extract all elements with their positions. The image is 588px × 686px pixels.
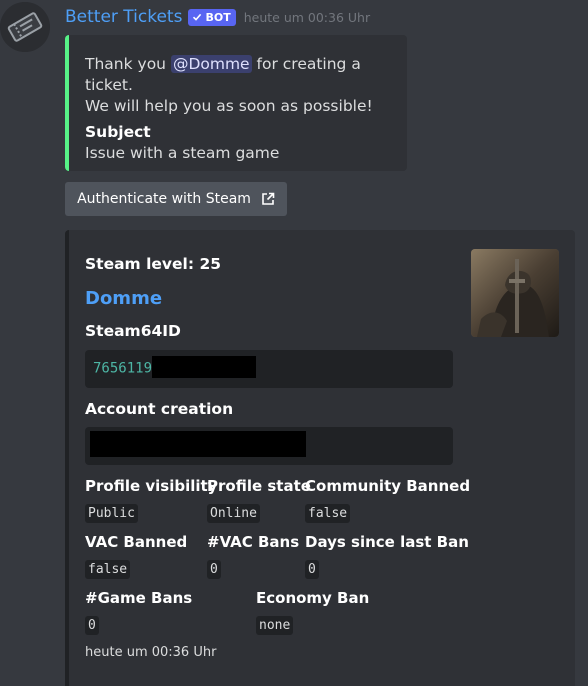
ticket-embed: Thank you @Domme for creating a ticket. …: [65, 35, 407, 171]
profile-visibility-value: Public: [85, 504, 138, 523]
profile-visibility-label: Profile visibility: [85, 477, 218, 495]
steam-level: Steam level: 25: [85, 255, 222, 273]
embed-description: Thank you @Domme for creating a ticket. …: [85, 54, 393, 117]
message-header: Better Tickets BOT heute um 00:36 Uhr: [65, 7, 370, 27]
community-banned-label: Community Banned: [305, 477, 471, 495]
button-label: Authenticate with Steam: [77, 191, 251, 207]
economy-ban-label: Economy Ban: [256, 589, 370, 607]
message-timestamp: heute um 00:36 Uhr: [243, 9, 371, 25]
steam64-value: 7656119: [93, 360, 153, 377]
checkmark-icon: [193, 13, 202, 21]
account-creation-codeblock: [85, 427, 453, 465]
steam64-codeblock: 7656119: [85, 350, 453, 388]
bot-tag-label: BOT: [205, 10, 231, 24]
profile-state-label: Profile state: [207, 477, 311, 495]
subject-label: Subject: [85, 123, 151, 141]
vac-bans-value: 0: [207, 560, 221, 579]
vac-bans-label: #VAC Bans: [207, 533, 300, 551]
days-since-ban-value: 0: [305, 560, 319, 579]
bot-tag: BOT: [188, 8, 236, 26]
external-link-icon: [262, 192, 275, 205]
profile-state-value: Online: [207, 504, 260, 523]
vac-banned-label: VAC Banned: [85, 533, 188, 551]
desc-text-line2: We will help you as soon as possible!: [85, 97, 373, 115]
game-bans-value: 0: [85, 616, 99, 635]
vac-banned-value: false: [85, 560, 131, 579]
redaction-bar: [152, 356, 257, 378]
steam-profile-embed: Steam level: 25 Domme Steam64ID 7656119 …: [65, 230, 575, 686]
embed-footer-timestamp: heute um 00:36 Uhr: [85, 645, 217, 660]
days-since-ban-label: Days since last Ban: [305, 533, 469, 551]
authenticate-steam-button[interactable]: Authenticate with Steam: [65, 182, 287, 216]
game-bans-label: #Game Bans: [85, 589, 193, 607]
account-creation-label: Account creation: [85, 400, 234, 418]
desc-text: Thank you: [85, 55, 171, 73]
steam-profile-name[interactable]: Domme: [85, 288, 162, 309]
subject-value: Issue with a steam game: [85, 144, 280, 162]
username[interactable]: Better Tickets: [65, 7, 182, 27]
redaction-bar: [90, 431, 306, 457]
bot-avatar[interactable]: [0, 2, 50, 52]
economy-ban-value: none: [256, 616, 294, 635]
steam-avatar-thumbnail[interactable]: [471, 249, 559, 337]
user-mention[interactable]: @Domme: [170, 55, 252, 73]
community-banned-value: false: [305, 504, 351, 523]
steam64-label: Steam64ID: [85, 322, 181, 340]
